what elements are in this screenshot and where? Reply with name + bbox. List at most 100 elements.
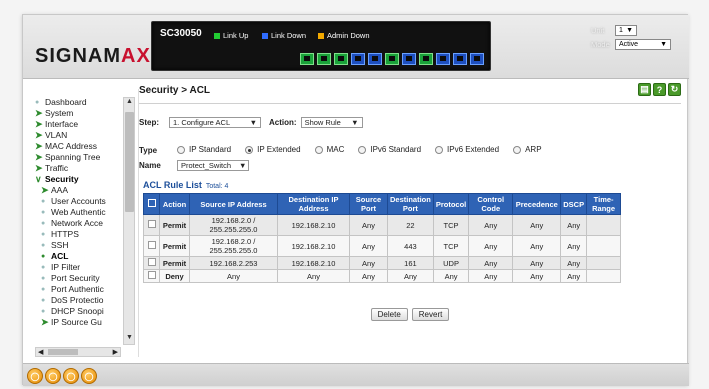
sidebar-item-interface[interactable]: ➤ Interface [35,119,123,130]
table-cell: Permit [159,235,190,257]
sidebar-item-label: Security [45,174,79,184]
name-select[interactable]: Protect_Switch ▼ [177,160,249,171]
sidebar-item-mac-address[interactable]: ➤ MAC Address [35,141,123,152]
table-cell: Any [349,269,388,283]
admin-down-swatch [318,32,324,39]
radio-icon[interactable] [245,145,254,154]
port-7-icon[interactable] [402,53,416,65]
port-10-icon[interactable] [453,53,467,65]
type-radio-mac[interactable]: MAC [314,145,344,154]
checkbox-icon[interactable] [147,258,156,266]
table-cell: Any [349,256,388,270]
radio-icon[interactable] [177,145,185,154]
table-row[interactable]: Permit 192.168.2.0 / 255.255.255.0 192.168… [143,235,622,257]
refresh-icon[interactable]: ↻ [668,83,681,96]
power-icon[interactable]: ◯ [81,368,97,384]
sidebar-item-vlan[interactable]: ➤ VLAN [35,130,123,141]
chevron-down-icon: ∨ [35,174,42,184]
radio-icon[interactable] [358,145,367,154]
port-3-icon[interactable] [334,53,348,65]
mode-select[interactable]: Active ▼ [615,39,671,50]
checkbox-icon[interactable] [147,199,156,207]
action-label: Action: [269,118,297,127]
bullet-icon: ● [41,198,46,205]
radio-icon[interactable] [314,145,323,154]
radio-label: IPv6 Standard [370,145,422,154]
row-checkbox[interactable] [143,214,160,236]
checkbox-icon[interactable] [147,271,156,279]
scroll-up-icon[interactable]: ▲ [125,98,134,108]
table-cell: Any [349,235,388,257]
checkbox-icon[interactable] [147,220,156,228]
port-1-icon[interactable] [300,53,314,65]
radio-icon[interactable] [435,145,444,154]
port-11-icon[interactable] [470,53,484,65]
port-5-icon[interactable] [368,53,382,65]
table-cell: 192.168.2.253 [189,256,278,270]
scroll-left-icon[interactable]: ◀ [38,348,43,356]
table-cell: 192.168.2.0 / 255.255.255.0 [189,214,278,236]
arrow-right-icon: ➤ [35,163,43,173]
reboot-icon[interactable]: ◯ [45,368,61,384]
sidebar-item-system[interactable]: ➤ System [35,108,123,119]
sidebar-item-port-authentic[interactable]: ● Port Authentic [35,284,123,295]
sidebar-item-traffic[interactable]: ➤ Traffic [35,163,123,174]
sidebar-item-ssh[interactable]: ● SSH [35,240,123,251]
sidebar-item-aaa[interactable]: ➤ AAA [35,185,123,196]
row-checkbox[interactable] [143,269,160,283]
help-icon[interactable]: ? [653,83,666,96]
port-2-icon[interactable] [317,53,331,65]
sidebar-item-dhcp-snoopi[interactable]: ● DHCP Snoopi [35,306,123,317]
scroll-right-icon[interactable]: ▶ [113,348,118,356]
sidebar-item-port-security[interactable]: ● Port Security [35,273,123,284]
select-all-checkbox[interactable] [143,193,160,215]
port-6-icon[interactable] [385,53,399,65]
revert-button[interactable]: Revert [411,308,450,321]
hscroll-thumb[interactable] [48,349,78,355]
table-row[interactable]: Deny Any Any Any Any Any Any Any Any [143,269,622,283]
logout-icon[interactable]: ◯ [63,368,79,384]
sidebar-item-web-authentic[interactable]: ● Web Authentic [35,207,123,218]
type-radio-ipv6-standard[interactable]: IPv6 Standard [358,145,421,154]
scroll-thumb[interactable] [125,112,134,212]
port-9-icon[interactable] [436,53,450,65]
sidebar-item-spanning-tree[interactable]: ➤ Spanning Tree [35,152,123,163]
delete-button[interactable]: Delete [370,308,408,321]
sidebar-item-acl[interactable]: ● ACL [35,251,123,262]
sidebar-item-network-acce[interactable]: ● Network Acce [35,218,123,229]
sidebar-item-dashboard[interactable]: ● Dashboard [35,97,123,108]
table-cell: Any [277,269,350,283]
action-select[interactable]: Show Rule ▼ [300,117,363,128]
checkbox-icon[interactable] [147,241,156,249]
sidebar-item-dos-protectio[interactable]: ● DoS Protectio [35,295,123,306]
table-cell: Any [468,269,514,283]
save-icon[interactable]: ▤ [638,83,651,96]
type-radio-arp[interactable]: ARP [513,145,542,154]
radio-icon[interactable] [513,145,522,154]
table-row[interactable]: Permit 192.168.2.253 192.168.2.10 Any 161 UDP… [143,256,622,270]
sidebar-horizontal-scrollbar[interactable]: ◀ ▶ [35,347,121,357]
port-8-icon[interactable] [419,53,433,65]
sidebar-item-ip-filter[interactable]: ● IP Filter [35,262,123,273]
sidebar-item-user-accounts[interactable]: ● User Accounts [35,196,123,207]
sidebar-vertical-scrollbar[interactable]: ▲ ▼ [123,97,135,345]
unit-select[interactable]: 1 ▼ [615,25,637,36]
type-radio-ipv6-extended[interactable]: IPv6 Extended [435,145,499,154]
row-checkbox[interactable] [143,235,160,257]
sidebar-item-label: Spanning Tree [45,152,101,162]
arrow-right-icon: ➤ [35,152,43,162]
table-cell: Any [512,235,562,257]
port-4-icon[interactable] [351,53,365,65]
type-radio-ip-standard[interactable]: IP Standard [177,145,231,154]
header: SIGNAMAX SC30050 Link Up Link Down Admin… [23,15,689,79]
sidebar-item-https[interactable]: ● HTTPS [35,229,123,240]
step-select[interactable]: 1. Configure ACL ▼ [169,117,261,128]
table-row[interactable]: Permit 192.168.2.0 / 255.255.255.0 192.168… [143,214,622,236]
save-config-icon[interactable]: ◯ [27,368,43,384]
scroll-down-icon[interactable]: ▼ [125,334,134,344]
footer: ◯ ◯ ◯ ◯ [23,363,689,386]
sidebar-item-security[interactable]: ∨ Security [35,174,123,185]
type-radio-ip-extended[interactable]: IP Extended [245,145,301,154]
row-checkbox[interactable] [143,256,160,270]
sidebar-item-ip-source-gu[interactable]: ➤ IP Source Gu [35,317,123,328]
